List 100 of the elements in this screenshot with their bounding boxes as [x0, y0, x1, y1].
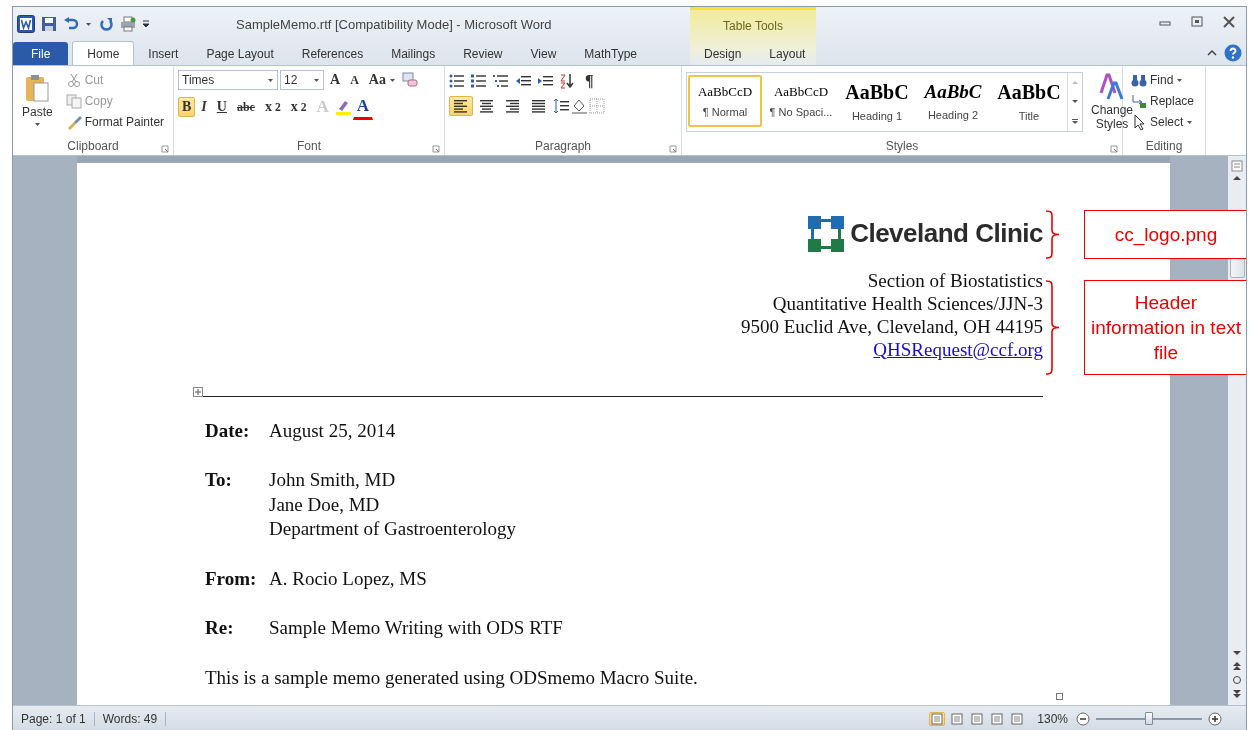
ribbon-tab[interactable]: Mailings — [377, 42, 450, 65]
ruler-toggle-icon[interactable] — [1231, 159, 1243, 172]
view-button[interactable] — [929, 711, 946, 726]
line-spacing-icon[interactable] — [553, 98, 569, 114]
font-color-button[interactable]: A — [352, 94, 374, 120]
ribbon-tab[interactable]: Page Layout — [192, 42, 288, 65]
grow-font-button[interactable]: A — [326, 70, 345, 90]
numbering-icon[interactable] — [471, 74, 487, 88]
page-count[interactable]: Page: 1 of 1 — [13, 711, 95, 726]
caret-icon[interactable] — [388, 76, 396, 84]
clipboard-button[interactable]: Format Painter — [61, 112, 169, 132]
header-line: Section of Biostatistics — [866, 268, 1043, 292]
change-case-button[interactable]: Aa — [364, 70, 400, 90]
caret-icon[interactable] — [1186, 118, 1194, 126]
restore-icon[interactable] — [1190, 15, 1204, 29]
dialog-launcher-icon[interactable] — [161, 144, 169, 153]
undo-icon[interactable] — [63, 16, 79, 32]
ribbon-tab[interactable]: References — [287, 42, 378, 65]
ribbon-tab[interactable]: Home — [72, 41, 135, 65]
style-option[interactable]: AaBbCcD ¶ Normal — [688, 75, 762, 127]
table-move-handle-icon[interactable] — [193, 386, 203, 397]
highlighter-icon[interactable] — [334, 99, 351, 115]
dialog-launcher-icon[interactable] — [432, 144, 440, 153]
save-icon[interactable] — [41, 16, 57, 32]
zoom-slider-thumb[interactable] — [1145, 711, 1153, 725]
bullets-icon[interactable] — [449, 74, 465, 88]
align-lines-icon — [505, 98, 521, 114]
font-name-field[interactable]: Times — [178, 70, 278, 90]
previous-page-icon[interactable] — [1232, 661, 1242, 672]
group-label: Clipboard — [67, 139, 119, 154]
caret-icon[interactable] — [313, 76, 320, 84]
copy-icon — [65, 93, 82, 109]
printer-icon[interactable] — [120, 16, 136, 32]
help-icon[interactable] — [1224, 44, 1242, 62]
dialog-launcher-icon[interactable] — [669, 144, 677, 153]
redo-icon[interactable] — [98, 16, 114, 32]
more-icon[interactable] — [1071, 117, 1079, 125]
clipboard-icon — [24, 73, 51, 103]
editing-button[interactable]: Find — [1127, 70, 1201, 90]
ribbon-tab[interactable]: Layout — [755, 42, 820, 65]
show-formatting-button[interactable]: ¶ — [581, 70, 598, 92]
caret-icon[interactable] — [267, 76, 274, 84]
font-size-field[interactable]: 12 — [280, 70, 324, 90]
table-resize-handle-icon[interactable] — [1056, 692, 1063, 700]
logo-text: Cleveland Clinic — [850, 218, 1043, 250]
ribbon-tab[interactable]: MathType — [570, 42, 651, 65]
view-button[interactable] — [989, 711, 1006, 726]
clear-formatting-icon[interactable] — [401, 72, 418, 88]
style-option[interactable]: AaBbC Title — [992, 75, 1066, 127]
decrease-indent-icon[interactable] — [515, 75, 531, 87]
page-view-icon — [1011, 712, 1024, 725]
scroll-down-icon[interactable] — [1071, 98, 1079, 106]
caret-icon[interactable] — [33, 121, 41, 128]
shading-icon[interactable] — [571, 98, 587, 114]
word-logo-icon[interactable] — [17, 15, 35, 33]
customize-icon[interactable] — [142, 18, 150, 30]
view-button[interactable] — [1009, 711, 1026, 726]
format-button[interactable]: abc — [232, 97, 259, 117]
format-button[interactable]: I — [197, 97, 211, 117]
ribbon-tab[interactable]: Review — [449, 42, 517, 65]
style-option[interactable]: AaBbC Heading 1 — [840, 75, 914, 127]
group-label: Font — [297, 139, 321, 154]
contextual-tab-label: Table Tools — [723, 18, 783, 33]
scroll-down-icon[interactable] — [1232, 649, 1242, 658]
zoom-out-icon[interactable] — [1076, 711, 1090, 726]
email-link[interactable]: QHSRequest@ccf.org — [873, 338, 1043, 360]
memo-field-value: Sample Memo Writing with ODS RTF — [269, 616, 564, 641]
browse-object-icon[interactable] — [1232, 675, 1242, 686]
view-button[interactable] — [969, 711, 986, 726]
format-button[interactable]: U — [212, 97, 231, 117]
next-page-icon[interactable] — [1232, 689, 1242, 700]
sort-icon[interactable] — [559, 73, 575, 89]
shrink-font-button[interactable]: A — [346, 70, 363, 90]
scroll-up-icon[interactable] — [1232, 173, 1242, 182]
memo-field-value: John Smith, MD — [269, 468, 397, 492]
align-button[interactable] — [449, 96, 473, 116]
zoom-in-icon[interactable] — [1208, 711, 1222, 726]
header-line: Quantitative Health Sciences/JJN-3 — [771, 291, 1043, 315]
view-button[interactable] — [949, 711, 966, 726]
paste-button[interactable]: Paste — [17, 70, 58, 138]
multilevel-list-icon[interactable] — [493, 74, 509, 88]
ribbon-tab[interactable]: File — [13, 42, 69, 65]
dialog-launcher-icon[interactable] — [1110, 144, 1118, 153]
style-option[interactable]: AaBbCcD ¶ No Spaci... — [764, 75, 838, 127]
cross-logo-icon — [808, 215, 845, 252]
ribbon-tab[interactable]: View — [516, 42, 571, 65]
ribbon-tab[interactable]: Insert — [134, 42, 193, 65]
page-view-icon — [971, 712, 984, 725]
close-icon[interactable] — [1222, 15, 1236, 29]
word-count[interactable]: Words: 49 — [94, 711, 167, 726]
style-option[interactable]: AaBbC Heading 2 — [916, 75, 990, 127]
ribbon-tab[interactable]: Design — [690, 42, 756, 65]
caret-icon[interactable] — [1176, 76, 1184, 84]
styles-letters-icon — [1098, 73, 1126, 101]
group-label: Styles — [885, 139, 919, 154]
format-button[interactable]: B — [178, 97, 196, 117]
zoom-level[interactable]: 130% — [1037, 711, 1068, 726]
memo-field-label: Re: — [205, 616, 235, 641]
caret-icon[interactable] — [85, 20, 92, 28]
increase-indent-icon[interactable] — [537, 75, 553, 87]
